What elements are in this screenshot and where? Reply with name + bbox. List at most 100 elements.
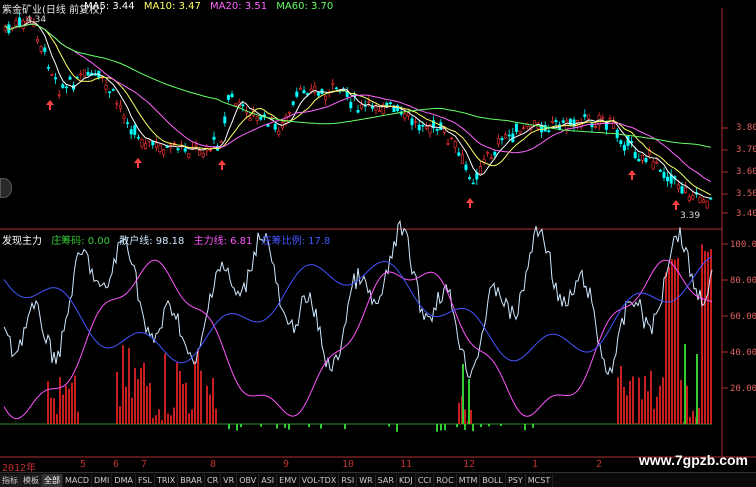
main-force-bar [200,370,202,424]
main-force-bar [194,360,196,424]
candle-body [633,152,637,159]
tab-roc[interactable]: ROC [434,474,457,487]
candle-body [504,134,508,139]
tab-模板[interactable]: 模板 [21,474,42,487]
main-force-bar [74,375,76,424]
candle-body [151,140,155,146]
indicator-tick: 100.0 [730,240,756,250]
indicator-tick: 60.00 [730,312,756,322]
zhuang-chip-bar [228,424,230,430]
candle-body [662,172,666,178]
tab-指标[interactable]: 指标 [0,474,21,487]
main-force-bar [680,379,682,424]
candle-body [507,134,511,137]
buy-arrow-icon [218,160,226,170]
candle-body [140,139,144,147]
tab-brar[interactable]: BRAR [178,474,206,487]
main-force-bar [77,411,79,424]
tab-fsl[interactable]: FSL [136,474,155,487]
main-force-bar [209,394,211,424]
candle-body [46,66,50,69]
candle-body [651,161,655,170]
tab-sar[interactable]: SAR [376,474,397,487]
tab-vr[interactable]: VR [221,474,238,487]
main-force-bar [149,383,151,424]
candle-body [122,115,126,119]
candle-body [108,91,112,93]
time-label: 6 [113,459,120,470]
tab-全部[interactable]: 全部 [42,474,63,487]
candle-body [601,117,605,120]
buy-arrow-icon [134,158,142,168]
tab-trix[interactable]: TRIX [155,474,179,487]
zhuang-chip-bar [696,354,698,424]
main-force-bar [188,413,190,424]
time-label: 9 [283,459,290,470]
tab-vol-tdx[interactable]: VOL-TDX [300,474,340,487]
main-force-bar [692,410,694,424]
main-force-bar [668,266,670,424]
tab-dmi[interactable]: DMI [92,474,113,487]
main-force-bar [638,377,640,424]
candle-body [640,154,644,161]
candle-body [61,84,65,88]
candle-body [255,116,259,121]
candle-body [57,93,61,96]
candle-body [277,130,281,135]
buy-arrow-icon [672,200,680,210]
tab-wr[interactable]: WR [357,474,376,487]
tab-macd[interactable]: MACD [63,474,92,487]
main-force-bar [119,406,121,424]
candle-body [403,112,407,119]
main-force-bar [689,417,691,424]
indicator-tab-bar: 指标 模板 全部 MACD DMI DMA FSL TRIX BRAR CR VR OBV ASI EMV… [0,472,756,487]
candle-body [547,130,551,132]
main-force-bar [647,391,649,424]
candle-body [522,127,526,130]
tab-mcst[interactable]: MCST [526,474,554,487]
tab-dma[interactable]: DMA [112,474,136,487]
candle-body [385,102,389,106]
tab-psy[interactable]: PSY [506,474,526,487]
tab-mtm[interactable]: MTM [457,474,481,487]
tab-cci[interactable]: CCI [416,474,435,487]
tab-boll[interactable]: BOLL [480,474,506,487]
ma10-label: MA10: 3.47 [143,1,201,12]
zhuang-chip-bar [260,424,262,427]
candle-body [457,152,461,156]
main-force-bar [125,386,127,424]
candle-body [133,125,137,135]
main-force-bar [59,377,61,424]
candle-body [248,118,252,121]
main-force-bar [626,395,628,424]
tab-cr[interactable]: CR [205,474,222,487]
zhuang-chip-bar [488,424,490,427]
main-force-bar [659,385,661,424]
indicator-tick: 20.00 [730,384,756,394]
candle-body [234,103,238,106]
tab-obv[interactable]: OBV [237,474,260,487]
candle-body [176,148,180,151]
tab-asi[interactable]: ASI [259,474,278,487]
main-force-bar [650,370,652,424]
candle-body [50,74,54,76]
main-force-bar [464,409,466,424]
time-label: 11 [400,459,413,470]
indicator-name: 发现主力 [2,236,42,247]
candle-body [212,136,216,140]
candle-body [705,200,709,209]
main-force-bar [641,399,643,424]
candle-body [68,76,72,80]
price-tick: 3.80 [736,123,756,133]
candle-body [154,142,158,148]
candle-body [316,92,320,96]
ma-legend: MA5: 3.44 MA10: 3.47 MA20: 3.51 MA60: 3.… [84,1,339,12]
main-force-bar [164,353,166,424]
tab-kdj[interactable]: KDJ [397,474,416,487]
candle-body [608,117,612,120]
tab-emv[interactable]: EMV [277,474,300,487]
tab-rsi[interactable]: RSI [339,474,358,487]
main-force-bar [128,348,130,424]
candle-body [115,102,119,105]
candle-body [36,39,40,43]
